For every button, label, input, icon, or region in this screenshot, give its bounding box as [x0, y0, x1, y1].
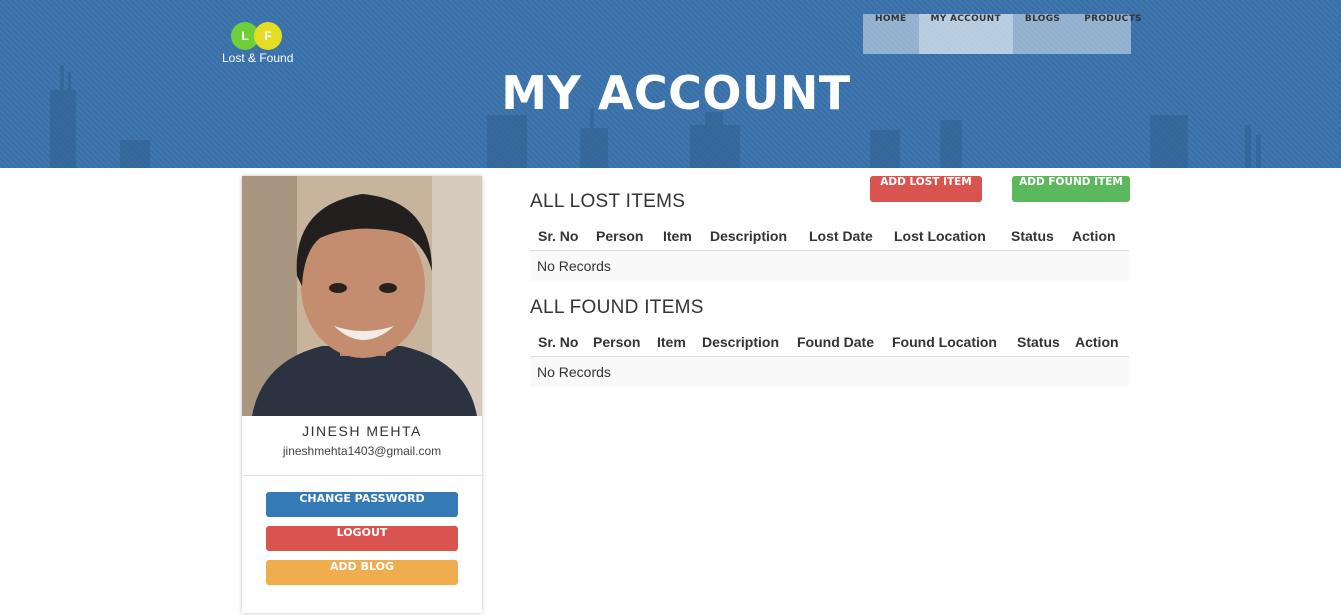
found-items-title: ALL FOUND ITEMS	[530, 297, 704, 318]
table-header: Sr. No Person Item Description Lost Date…	[530, 219, 1129, 251]
profile-photo	[242, 176, 482, 416]
column-header: Found Location	[892, 334, 997, 350]
found-items-table: Sr. No Person Item Description Found Dat…	[530, 325, 1129, 387]
column-header: Status	[1011, 228, 1054, 244]
profile-divider	[242, 475, 482, 476]
column-header: Person	[596, 228, 644, 244]
column-header: Action	[1075, 334, 1119, 350]
column-header: Person	[593, 334, 641, 350]
table-header: Sr. No Person Item Description Found Dat…	[530, 325, 1129, 357]
column-header: Lost Location	[894, 228, 986, 244]
nav-blogs[interactable]: BLOGS	[1013, 14, 1072, 54]
table-row: No Records	[530, 357, 1129, 387]
add-found-item-button[interactable]: ADD FOUND ITEM	[1012, 176, 1130, 202]
profile-card: JINESH MEHTA jineshmehta1403@gmail.com C…	[242, 176, 482, 613]
page-title: MY ACCOUNT	[501, 66, 851, 120]
header-banner: L F Lost & Found HOME MY ACCOUNT BLOGS P…	[0, 0, 1341, 168]
column-header: Description	[710, 228, 788, 244]
column-header: Sr. No	[538, 228, 579, 244]
column-header: Action	[1072, 228, 1116, 244]
logout-button[interactable]: LOGOUT	[266, 526, 458, 551]
main-nav: HOME MY ACCOUNT BLOGS PRODUCTS	[863, 14, 1142, 54]
column-header: Found Date	[797, 334, 874, 350]
column-header: Item	[657, 334, 686, 350]
column-header: Description	[702, 334, 780, 350]
nav-my-account[interactable]: MY ACCOUNT	[918, 14, 1013, 54]
table-row: No Records	[530, 251, 1129, 281]
add-lost-item-button[interactable]: ADD LOST ITEM	[870, 176, 982, 202]
profile-name: JINESH MEHTA	[302, 423, 422, 439]
logo-text: Lost & Found	[222, 51, 294, 65]
profile-email: jineshmehta1403@gmail.com	[282, 444, 442, 458]
avatar	[242, 176, 482, 416]
site-logo[interactable]: L F Lost & Found	[221, 20, 301, 66]
lost-items-title: ALL LOST ITEMS	[530, 191, 686, 212]
change-password-button[interactable]: CHANGE PASSWORD	[266, 492, 458, 517]
lost-items-table: Sr. No Person Item Description Lost Date…	[530, 219, 1129, 281]
nav-home[interactable]: HOME	[863, 14, 919, 54]
add-blog-button[interactable]: ADD BLOG	[266, 560, 458, 585]
column-header: Status	[1017, 334, 1060, 350]
column-header: Lost Date	[809, 228, 873, 244]
nav-products[interactable]: PRODUCTS	[1072, 14, 1154, 54]
logo-letter-f: F	[254, 22, 282, 50]
column-header: Sr. No	[538, 334, 579, 350]
column-header: Item	[663, 228, 692, 244]
